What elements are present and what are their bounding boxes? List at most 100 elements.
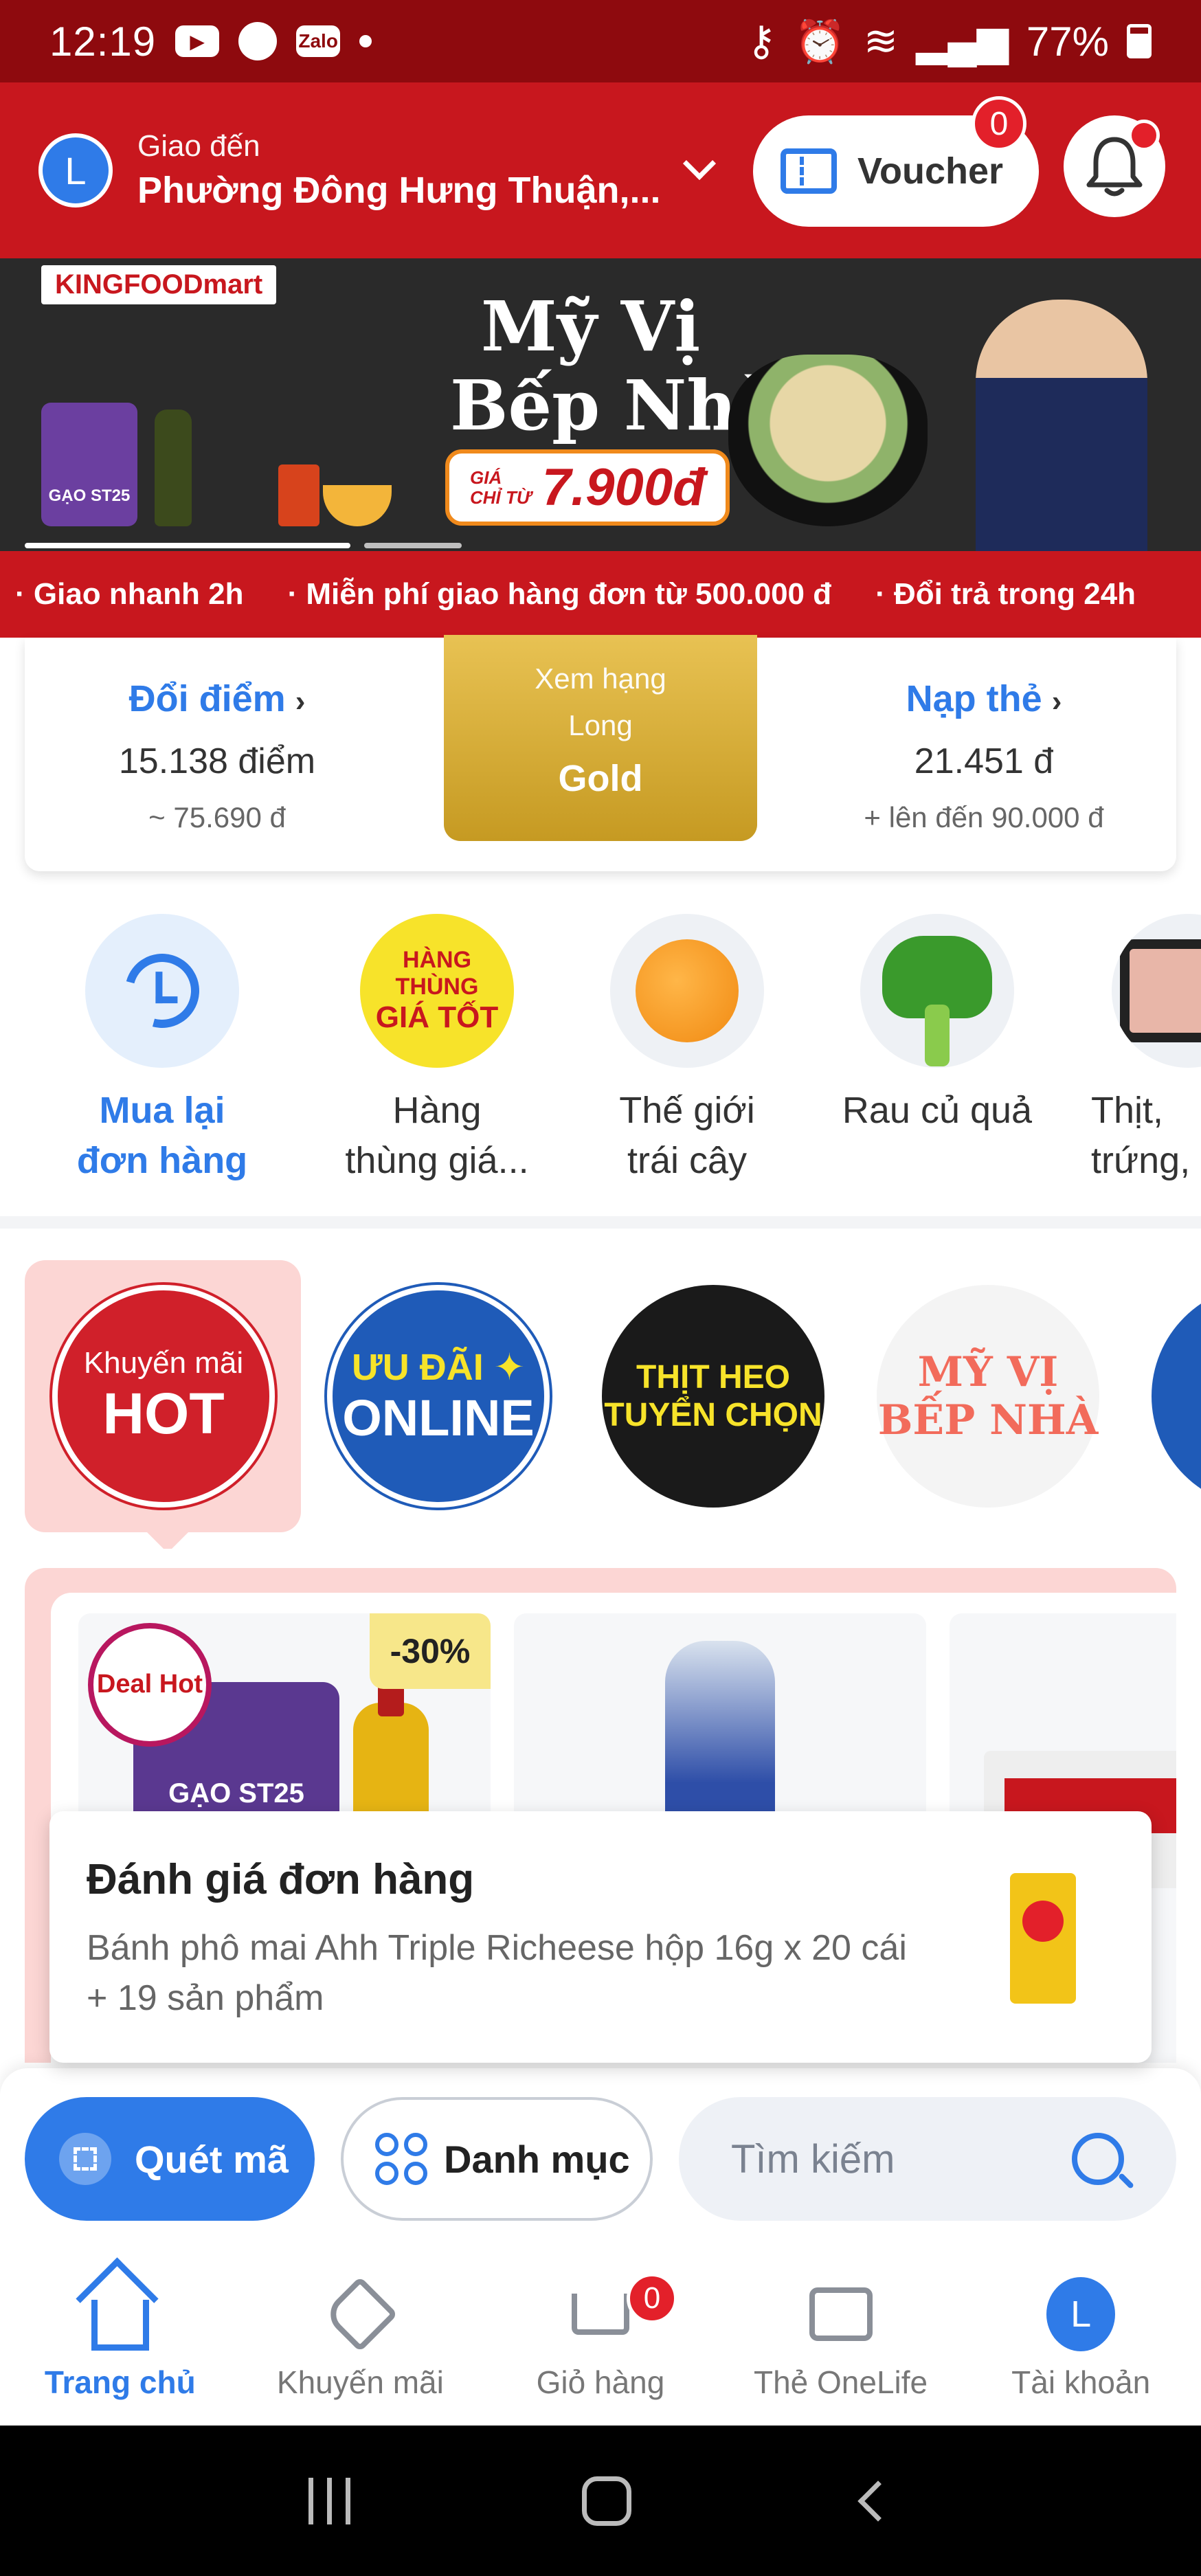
search-icon[interactable] — [1072, 2133, 1124, 2185]
promo-banner[interactable]: KINGFOODmart GẠO ST25 Mỹ Vị Bếp Nhà GIÁ … — [0, 258, 1201, 551]
collection-label: THỊT HEO — [636, 1359, 790, 1396]
collection-label: ONLINE — [342, 1389, 535, 1446]
header: L Giao đến Phường Đông Hưng Thuận,... Vo… — [0, 82, 1201, 258]
category-label: Thịt, — [1091, 1090, 1164, 1131]
recent-apps-icon[interactable] — [308, 2477, 350, 2524]
banner-price-tag: GIÁ CHỈ TỪ 7.900đ — [445, 449, 730, 526]
nav-label: Tài khoản — [1011, 2364, 1151, 2400]
collection-next[interactable] — [1152, 1285, 1201, 1508]
promo-free-shipping: · Miễn phí giao hàng đơn từ 500.000 đ — [287, 577, 832, 611]
system-navigation-bar — [0, 2426, 1201, 2576]
category-button[interactable]: Danh mục — [341, 2097, 653, 2221]
collection-selected-pork[interactable]: THỊT HEO TUYỂN CHỌN — [602, 1285, 824, 1508]
order-review-popup[interactable]: Đánh giá đơn hàng Bánh phô mai Ahh Tripl… — [49, 1811, 1152, 2063]
wifi-icon: ≋ — [863, 18, 899, 64]
category-reorder[interactable]: Mua lại đơn hàng — [32, 914, 293, 1186]
nav-onelife-card[interactable]: Thẻ OneLife — [721, 2254, 961, 2426]
review-description: Bánh phô mai Ahh Triple Richeese hộp 16g… — [87, 1928, 907, 2018]
redeem-points-title: Đổi điểm — [128, 678, 286, 719]
back-icon[interactable] — [857, 2480, 899, 2522]
topup-title: Nạp thẻ — [906, 678, 1042, 719]
collection-label: HOT — [102, 1380, 225, 1446]
category-bulk-deals[interactable]: HÀNG THÙNG GIÁ TỐT Hàng thùng giá... — [306, 914, 568, 1186]
meat-icon — [1120, 939, 1201, 1042]
collection-hot-deals[interactable]: Khuyến mãi HOT — [52, 1285, 275, 1508]
promo-returns: · Đổi trả trong 24h — [875, 577, 1136, 611]
banner-dot-active — [25, 543, 350, 548]
collection-carousel: Khuyến mãi HOT ƯU ĐÃI ✦ ONLINE THỊT HEO … — [0, 1260, 1201, 1549]
collection-label: Khuyến mãi — [83, 1345, 244, 1380]
banner-rice-image: GẠO ST25 — [41, 403, 137, 526]
nav-label: Trang chủ — [44, 2364, 196, 2400]
hang-thung-icon: HÀNG THÙNG GIÁ TỐT — [360, 914, 514, 1068]
category-shortcuts: Mua lại đơn hàng HÀNG THÙNG GIÁ TỐT Hàng th… — [0, 900, 1201, 1196]
voucher-button[interactable]: Voucher 0 — [753, 96, 1039, 227]
price-prefix-2: CHỈ TỪ — [470, 486, 531, 508]
tag-icon — [322, 2276, 399, 2353]
qr-code-icon — [59, 2133, 111, 2185]
banner-brand-logo: KINGFOODmart — [41, 265, 277, 304]
action-bar: Quét mã Danh mục — [0, 2068, 1201, 2254]
collection-online-offers[interactable]: ƯU ĐÃI ✦ ONLINE — [327, 1285, 550, 1508]
nav-label: Thẻ OneLife — [753, 2364, 928, 2400]
cart-icon — [571, 2294, 629, 2335]
notification-badge — [1128, 120, 1160, 151]
service-promo-strip: · Giao nhanh 2h · Miễn phí giao hàng đơn… — [0, 551, 1201, 638]
nav-promotions[interactable]: Khuyến mãi — [240, 2254, 481, 2426]
collection-label: TUYỂN CHỌN — [604, 1397, 822, 1433]
review-product-image — [1010, 1873, 1076, 2004]
section-divider — [0, 1216, 1201, 1229]
notification-button[interactable] — [1064, 115, 1165, 217]
scan-label: Quét mã — [135, 2137, 289, 2181]
category-fruits[interactable]: Thế giới trái cây — [557, 914, 818, 1186]
avatar[interactable]: L — [38, 133, 113, 208]
delivery-address[interactable]: Giao đến Phường Đông Hưng Thuận,... — [137, 129, 660, 212]
nav-account[interactable]: L Tài khoản — [961, 2254, 1201, 2426]
vpn-key-icon: ⚷ — [746, 18, 777, 64]
chevron-down-icon[interactable] — [683, 146, 717, 181]
tier-view-label: Xem hạng — [535, 662, 666, 695]
zalo-icon: Zalo — [296, 25, 341, 57]
category-meat-eggs[interactable]: Thịt, trứng, — [1015, 914, 1201, 1186]
delivery-label: Giao đến — [137, 129, 260, 163]
promo-fast-delivery: · Giao nhanh 2h — [15, 577, 244, 611]
banner-oil-image — [155, 410, 192, 526]
topup-section[interactable]: Nạp thẻ › 21.451 đ + lên đến 90.000 đ — [792, 638, 1176, 834]
status-time: 12:19 — [49, 18, 157, 65]
nav-home[interactable]: Trang chủ — [0, 2254, 240, 2426]
nav-label: Khuyến mãi — [276, 2364, 444, 2400]
chevron-right-icon: › — [295, 684, 306, 718]
home-button-icon[interactable] — [582, 2476, 632, 2526]
alarm-icon: ⏰ — [794, 18, 846, 65]
notification-dot-icon — [359, 35, 372, 47]
category-label: đơn hàng — [76, 1139, 248, 1181]
ticket-icon — [781, 148, 837, 194]
category-label: thùng giá... — [345, 1139, 529, 1181]
banner-title-line1: Mỹ Vị — [481, 286, 701, 367]
grid-icon — [375, 2133, 427, 2185]
collection-label: BẾP NHÀ — [877, 1396, 1099, 1444]
nav-cart[interactable]: 0 Giỏ hàng — [480, 2254, 721, 2426]
status-bar: 12:19 ▶ Zalo ⚷ ⏰ ≋ ▂▄▆ 77% — [0, 0, 1201, 82]
topup-bonus: + lên đến 90.000 đ — [864, 801, 1104, 833]
loyalty-card: Đổi điểm › 15.138 điểm ~ 75.690 đ Xem hạn… — [25, 635, 1176, 871]
home-icon — [91, 2300, 149, 2351]
account-icon: L — [1046, 2277, 1116, 2351]
signal-icon: ▂▄▆ — [916, 18, 1009, 64]
soccer-icon — [238, 22, 278, 60]
bottom-navigation: Trang chủ Khuyến mãi 0 Giỏ hàng Thẻ OneL… — [0, 2254, 1201, 2426]
scan-button[interactable]: Quét mã — [25, 2097, 315, 2221]
youtube-icon: ▶ — [175, 25, 220, 57]
member-name: Long — [568, 709, 633, 741]
category-label: Thế giới — [619, 1090, 755, 1131]
points-equivalent: ~ 75.690 đ — [148, 801, 286, 833]
category-label: trái cây — [627, 1139, 748, 1181]
category-label: Hàng — [392, 1090, 482, 1131]
collection-label: MỸ VỊ — [917, 1348, 1059, 1396]
nav-label: Giỏ hàng — [536, 2364, 665, 2400]
collection-home-kitchen[interactable]: MỸ VỊ BẾP NHÀ — [877, 1285, 1099, 1508]
topup-balance: 21.451 đ — [914, 741, 1054, 781]
redeem-points-section[interactable]: Đổi điểm › 15.138 điểm ~ 75.690 đ — [25, 638, 409, 834]
member-tier-card[interactable]: Xem hạng Long Gold — [444, 635, 757, 841]
banner-dot — [364, 543, 462, 548]
